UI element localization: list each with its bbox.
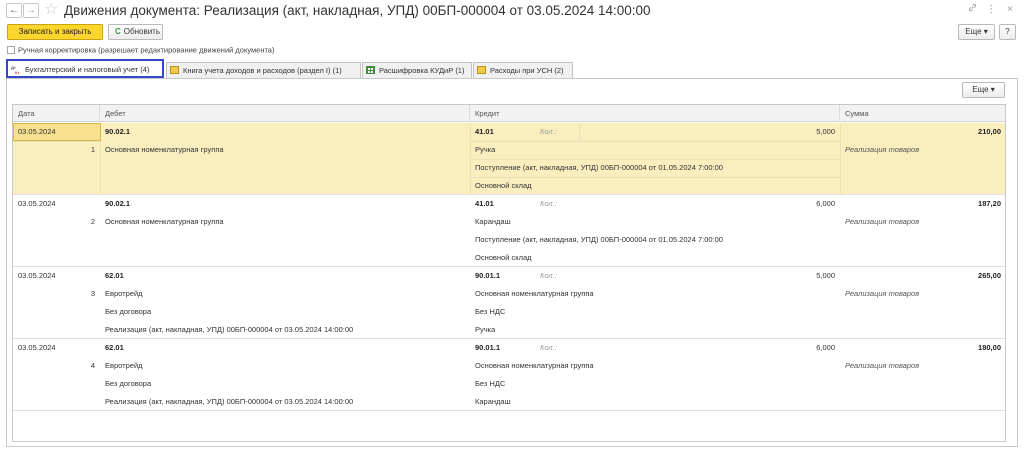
- debit-account: 90.02.1: [105, 199, 131, 208]
- movements-table[interactable]: Дата Дебет Кредит Сумма 03.05.2024 90.02…: [12, 104, 1006, 442]
- more-menu-icon[interactable]: ⋮: [983, 4, 999, 15]
- row-date: 03.05.2024: [18, 271, 56, 280]
- window-title: Движения документа: Реализация (акт, нак…: [64, 3, 651, 18]
- register-tabs: Дт Кт Бухгалтерский и налоговый учет (4) …: [6, 59, 1018, 79]
- credit-subconto: Основная номенклатурная группа: [475, 289, 594, 298]
- manual-edit-checkbox[interactable]: [7, 45, 15, 54]
- tab-label: Расходы при УСН (2): [490, 66, 564, 75]
- dt-kt-icon: Дт Кт: [11, 65, 21, 75]
- help-button[interactable]: ?: [999, 24, 1016, 40]
- tab-label: Книга учета доходов и расходов (раздел I…: [183, 66, 342, 75]
- quantity-label: Кол.:: [540, 271, 557, 280]
- quantity-value: 5,000: [816, 271, 835, 280]
- title-bar: ← → ☆ Движения документа: Реализация (ак…: [0, 0, 1024, 22]
- sum-value: 265,00: [978, 271, 1001, 280]
- tab-income-book[interactable]: Книга учета доходов и расходов (раздел I…: [166, 62, 361, 78]
- chevron-down-icon: ▾: [983, 27, 988, 36]
- debit-subconto: Евротрейд: [105, 289, 143, 298]
- save-and-close-button[interactable]: Записать и закрыть: [7, 24, 103, 40]
- debit-subconto: Без договора: [105, 379, 152, 388]
- credit-subconto: Без НДС: [475, 307, 506, 316]
- tab-kudir-details[interactable]: Расшифровка КУДиР (1): [362, 62, 472, 78]
- debit-subconto: Реализация (акт, накладная, УПД) 00БП-00…: [105, 397, 354, 406]
- table-row[interactable]: 03.05.2024 62.01 90.01.1 Кол.: 5,000 265…: [13, 267, 1005, 339]
- debit-account: 62.01: [105, 271, 124, 280]
- row-number: 1: [90, 145, 95, 154]
- credit-subconto: Основная номенклатурная группа: [475, 361, 594, 370]
- entry-content: Реализация товаров: [845, 217, 920, 226]
- back-arrow-icon[interactable]: ←: [6, 3, 22, 18]
- sum-value: 210,00: [978, 127, 1001, 136]
- quantity-label: Кол.:: [540, 343, 557, 352]
- more-label: Еще: [965, 27, 982, 36]
- tab-accounting[interactable]: Дт Кт Бухгалтерский и налоговый учет (4): [6, 59, 164, 78]
- refresh-icon: C: [115, 27, 121, 36]
- register-book-icon: [170, 66, 179, 75]
- credit-subconto: Карандаш: [475, 397, 511, 406]
- tab-label: Расшифровка КУДиР (1): [379, 66, 465, 75]
- table-grid-icon: [366, 66, 375, 75]
- refresh-button[interactable]: C Обновить: [108, 24, 163, 40]
- more-label: Еще: [972, 85, 989, 94]
- row-number: 4: [90, 361, 95, 370]
- window-controls: ⋮ ×: [964, 3, 1018, 15]
- tab-label: Бухгалтерский и налоговый учет (4): [25, 65, 150, 74]
- credit-subconto: Ручка: [475, 145, 496, 154]
- debit-subconto: Без договора: [105, 307, 152, 316]
- table-row[interactable]: 03.05.2024 62.01 90.01.1 Кол.: 6,000 180…: [13, 339, 1005, 411]
- entry-content: Реализация товаров: [845, 361, 920, 370]
- sum-value: 180,00: [978, 343, 1001, 352]
- register-book-icon: [477, 66, 486, 75]
- table-row[interactable]: 03.05.2024 90.02.1 41.01 Кол.: 6,000 187…: [13, 195, 1005, 267]
- credit-subconto: Поступление (акт, накладная, УПД) 00БП-0…: [475, 235, 723, 244]
- quantity-value: 6,000: [816, 343, 835, 352]
- svg-text:Кт: Кт: [15, 70, 19, 74]
- debit-account: 62.01: [105, 343, 124, 352]
- debit-subconto: Основная номенклатурная группа: [105, 145, 224, 154]
- credit-subconto: Основной склад: [475, 181, 532, 190]
- manual-edit-label: Ручная корректировка (разрешает редактир…: [18, 45, 275, 55]
- row-number: 2: [90, 217, 95, 226]
- panel-more-button[interactable]: Еще ▾: [962, 82, 1005, 98]
- entry-content: Реализация товаров: [845, 145, 920, 154]
- credit-subconto: Карандаш: [475, 217, 511, 226]
- manual-edit-row: Ручная корректировка (разрешает редактир…: [7, 45, 274, 55]
- debit-subconto: Реализация (акт, накладная, УПД) 00БП-00…: [105, 325, 354, 334]
- credit-account: 90.01.1: [475, 271, 501, 280]
- close-icon[interactable]: ×: [1002, 4, 1018, 15]
- credit-account: 41.01: [475, 199, 494, 208]
- favorite-star-icon[interactable]: ☆: [44, 1, 58, 19]
- debit-subconto: Евротрейд: [105, 361, 143, 370]
- debit-account: 90.02.1: [105, 127, 131, 136]
- table-row[interactable]: 03.05.2024 90.02.1 41.01 Кол.: 5,000 210…: [13, 123, 1005, 195]
- row-number: 3: [90, 289, 95, 298]
- link-icon[interactable]: [964, 3, 980, 15]
- column-header-date[interactable]: Дата: [13, 105, 100, 122]
- sum-value: 187,20: [978, 199, 1001, 208]
- credit-subconto: Поступление (акт, накладная, УПД) 00БП-0…: [475, 163, 723, 172]
- quantity-value: 5,000: [816, 127, 835, 136]
- row-date: 03.05.2024: [18, 199, 56, 208]
- column-header-debit[interactable]: Дебет: [100, 105, 470, 122]
- credit-account: 90.01.1: [475, 343, 501, 352]
- table-header: Дата Дебет Кредит Сумма: [13, 105, 1005, 122]
- row-date: 03.05.2024: [18, 343, 56, 352]
- credit-subconto: Ручка: [475, 325, 496, 334]
- credit-account: 41.01: [475, 127, 494, 136]
- quantity-label: Кол.:: [540, 127, 557, 136]
- credit-subconto: Без НДС: [475, 379, 506, 388]
- column-header-sum[interactable]: Сумма: [840, 105, 1005, 122]
- tab-usn-expenses[interactable]: Расходы при УСН (2): [473, 62, 573, 78]
- refresh-label: Обновить: [123, 27, 161, 36]
- entry-content: Реализация товаров: [845, 289, 920, 298]
- quantity-label: Кол.:: [540, 199, 557, 208]
- forward-arrow-icon[interactable]: →: [23, 3, 39, 18]
- column-header-credit[interactable]: Кредит: [470, 105, 840, 122]
- debit-subconto: Основная номенклатурная группа: [105, 217, 224, 226]
- quantity-value: 6,000: [816, 199, 835, 208]
- chevron-down-icon: ▾: [990, 85, 995, 94]
- row-date: 03.05.2024: [18, 127, 56, 136]
- credit-subconto: Основной склад: [475, 253, 532, 262]
- more-actions-button[interactable]: Еще ▾: [958, 24, 995, 40]
